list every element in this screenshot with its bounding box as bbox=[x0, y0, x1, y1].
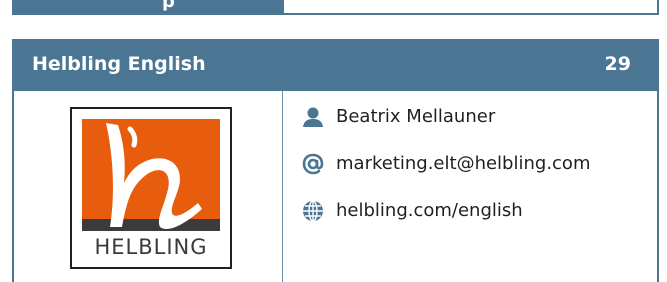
previous-card-header: p bbox=[14, 0, 284, 13]
at-icon bbox=[302, 153, 324, 175]
helbling-logo: HELBLING bbox=[70, 107, 232, 269]
contact-website-link[interactable]: helbling.com/english bbox=[336, 200, 523, 222]
previous-card-remnant: p bbox=[12, 0, 659, 15]
person-icon bbox=[302, 106, 324, 128]
logo-dark-band bbox=[82, 219, 220, 231]
booth-number: 29 bbox=[604, 53, 631, 75]
column-divider bbox=[282, 91, 283, 282]
globe-icon bbox=[302, 200, 324, 222]
exhibitor-name: Helbling English bbox=[32, 53, 206, 75]
contact-person-row: Beatrix Mellauner bbox=[302, 104, 495, 130]
previous-card-title-fragment: p bbox=[162, 0, 175, 12]
contact-email-link[interactable]: marketing.elt@helbling.com bbox=[336, 153, 590, 175]
contact-website-row[interactable]: helbling.com/english bbox=[302, 198, 523, 224]
logo-wordmark: HELBLING bbox=[94, 235, 208, 259]
card-header: Helbling English 29 bbox=[12, 39, 659, 91]
contact-person-name: Beatrix Mellauner bbox=[336, 106, 496, 127]
contact-email-row[interactable]: marketing.elt@helbling.com bbox=[302, 151, 590, 177]
exhibitor-card: Helbling English 29 HELBLING Beatrix Mel… bbox=[12, 39, 659, 282]
